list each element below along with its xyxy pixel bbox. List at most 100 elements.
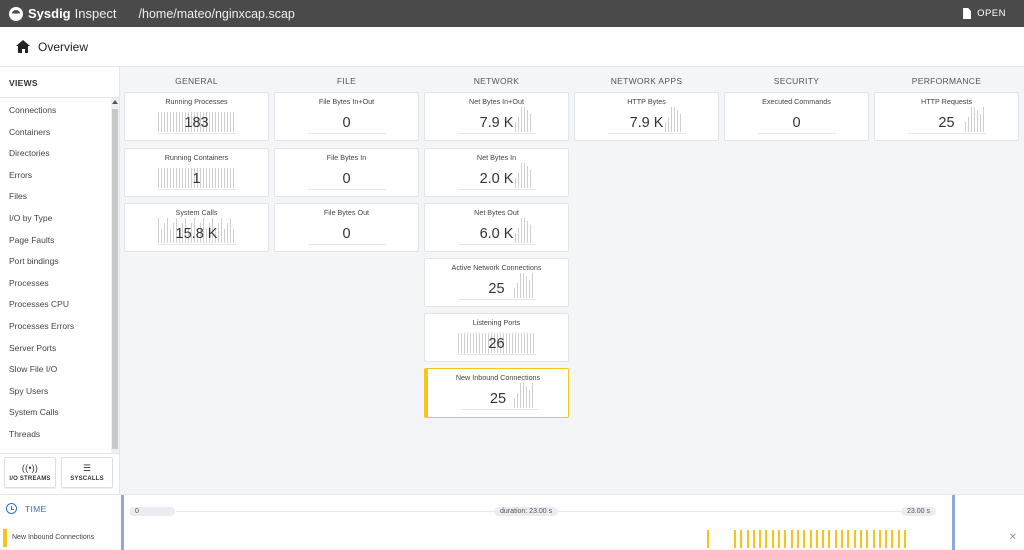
timeline-event-tick xyxy=(759,530,761,548)
tile-net-bytes-in[interactable]: Net Bytes In 2.0 K xyxy=(424,148,569,197)
timeline-event-tick xyxy=(873,530,875,548)
sidebar-item-system-calls[interactable]: System Calls xyxy=(0,402,111,424)
list-icon: ☰ xyxy=(82,463,92,473)
tile-baseline xyxy=(458,299,536,300)
open-button[interactable]: OPEN xyxy=(963,0,1006,27)
sidebar-item-slow-file-io[interactable]: Slow File I/O xyxy=(0,359,111,381)
app-brand: Sysdig xyxy=(28,6,71,21)
timeline-event-tick xyxy=(707,530,709,548)
tile-value: 0 xyxy=(342,226,351,242)
tile-baseline xyxy=(308,133,386,134)
sidebar-item-containers[interactable]: Containers xyxy=(0,122,111,144)
open-button-label: OPEN xyxy=(977,8,1006,19)
sidebar-item-processes[interactable]: Processes xyxy=(0,273,111,295)
tile-running-processes[interactable]: Running Processes 183 xyxy=(124,92,269,141)
page-title: Overview xyxy=(38,39,89,54)
tile-baseline xyxy=(458,133,536,134)
close-icon[interactable]: ✕ xyxy=(1009,532,1017,543)
tile-title: Running Processes xyxy=(165,97,228,106)
timeline-event-tick xyxy=(847,530,849,548)
tile-value: 25 xyxy=(489,391,507,407)
column-header-file: FILE xyxy=(336,76,357,86)
overview-header: Overview xyxy=(0,27,1024,67)
timeline-event-tick xyxy=(797,530,799,548)
tile-value: 25 xyxy=(938,115,955,131)
tile-listening-ports[interactable]: Listening Ports 26 xyxy=(424,313,569,362)
sidebar-item-files[interactable]: Files xyxy=(0,186,111,208)
sidebar-item-errors[interactable]: Errors xyxy=(0,165,111,187)
tile-baseline xyxy=(458,189,536,190)
timeline-event-tick xyxy=(835,530,837,548)
timeline-event-tick xyxy=(791,530,793,548)
timeline-event-tick xyxy=(772,530,774,548)
tile-file-bytes-in[interactable]: File Bytes In 0 xyxy=(274,148,419,197)
scroll-thumb[interactable] xyxy=(112,109,118,449)
sidebar-item-processes-errors[interactable]: Processes Errors xyxy=(0,316,111,338)
tile-title: File Bytes Out xyxy=(323,208,370,217)
tile-net-bytes-in-out[interactable]: Net Bytes In+Out 7.9 K xyxy=(424,92,569,141)
timeline-event-tick xyxy=(816,530,818,548)
tile-active-network-connections[interactable]: Active Network Connections 25 xyxy=(424,258,569,307)
time-label: TIME xyxy=(6,503,47,514)
tile-baseline xyxy=(608,133,686,134)
tile-baseline xyxy=(461,409,539,410)
tile-executed-commands[interactable]: Executed Commands 0 xyxy=(724,92,869,141)
timeline-event-tick xyxy=(778,530,780,548)
home-icon[interactable] xyxy=(16,40,30,53)
broadcast-icon: ((•)) xyxy=(21,463,39,473)
tile-title: File Bytes In xyxy=(326,153,367,162)
sidebar-item-directories[interactable]: Directories xyxy=(0,143,111,165)
sidebar-item-processes-cpu[interactable]: Processes CPU xyxy=(0,294,111,316)
timeline-event-tick xyxy=(904,530,906,548)
syscalls-button[interactable]: ☰ SYSCALLS xyxy=(61,457,113,488)
sidebar-item-server-ports[interactable]: Server Ports xyxy=(0,338,111,360)
io-streams-label: I/O STREAMS xyxy=(9,476,51,482)
tile-title: HTTP Bytes xyxy=(627,97,666,106)
timeline-area[interactable]: 0 duration: 23.00 s 23.00 s xyxy=(121,495,956,550)
timeline-event-tick xyxy=(860,530,862,548)
tile-value: 0 xyxy=(342,115,351,131)
timeline-event-tick xyxy=(841,530,843,548)
timeline-event-tick xyxy=(828,530,830,548)
tile-http-bytes[interactable]: HTTP Bytes 7.9 K xyxy=(574,92,719,141)
tile-title: Listening Ports xyxy=(472,318,521,327)
timeline-end-value: 23.00 s xyxy=(901,507,936,516)
sidebar-item-threads[interactable]: Threads xyxy=(0,424,111,446)
tile-value: 1 xyxy=(192,171,201,187)
tile-title: File Bytes In+Out xyxy=(318,97,375,106)
tile-system-calls[interactable]: System Calls 15.8 K xyxy=(124,203,269,252)
tile-baseline xyxy=(308,189,386,190)
top-bar: Sysdig Inspect /home/mateo/nginxcap.scap… xyxy=(0,0,1024,27)
timeline-duration: duration: 23.00 s xyxy=(494,507,559,516)
scroll-up-icon[interactable] xyxy=(112,100,118,104)
timeline-start-value: 0 xyxy=(129,507,175,516)
timeline-event-tick xyxy=(822,530,824,548)
io-streams-button[interactable]: ((•)) I/O STREAMS xyxy=(4,457,56,488)
tile-http-requests[interactable]: HTTP Requests 25 xyxy=(874,92,1019,141)
timeline-track-label: New Inbound Connections xyxy=(3,529,115,547)
tile-file-bytes-in-out[interactable]: File Bytes In+Out 0 xyxy=(274,92,419,141)
timeline-event-tick xyxy=(747,530,749,548)
sidebar-item-page-faults[interactable]: Page Faults xyxy=(0,230,111,252)
tile-title: Active Network Connections xyxy=(451,263,542,272)
tile-value: 2.0 K xyxy=(479,171,514,187)
tile-title: Running Containers xyxy=(164,153,229,162)
tile-title: HTTP Requests xyxy=(921,97,972,106)
sidebar-item-io-by-type[interactable]: I/O by Type xyxy=(0,208,111,230)
views-scrollbar[interactable] xyxy=(111,98,119,453)
column-header-performance: PERFORMANCE xyxy=(911,76,982,86)
tile-net-bytes-out[interactable]: Net Bytes Out 6.0 K xyxy=(424,203,569,252)
timeline-panel: TIME New Inbound Connections 0 duration:… xyxy=(0,494,1024,550)
timeline-event-tick xyxy=(765,530,767,548)
tile-running-containers[interactable]: Running Containers 1 xyxy=(124,148,269,197)
tile-baseline xyxy=(158,244,236,245)
tile-new-inbound-connections[interactable]: New Inbound Connections 25 xyxy=(424,368,569,418)
sidebar-item-port-bindings[interactable]: Port bindings xyxy=(0,251,111,273)
timeline-event-tick xyxy=(803,530,805,548)
tile-value: 7.9 K xyxy=(479,115,514,131)
tile-file-bytes-out[interactable]: File Bytes Out 0 xyxy=(274,203,419,252)
timeline-events xyxy=(121,530,956,548)
sidebar-item-spy-users[interactable]: Spy Users xyxy=(0,381,111,403)
sidebar-item-connections[interactable]: Connections xyxy=(0,100,111,122)
tile-baseline xyxy=(458,244,536,245)
